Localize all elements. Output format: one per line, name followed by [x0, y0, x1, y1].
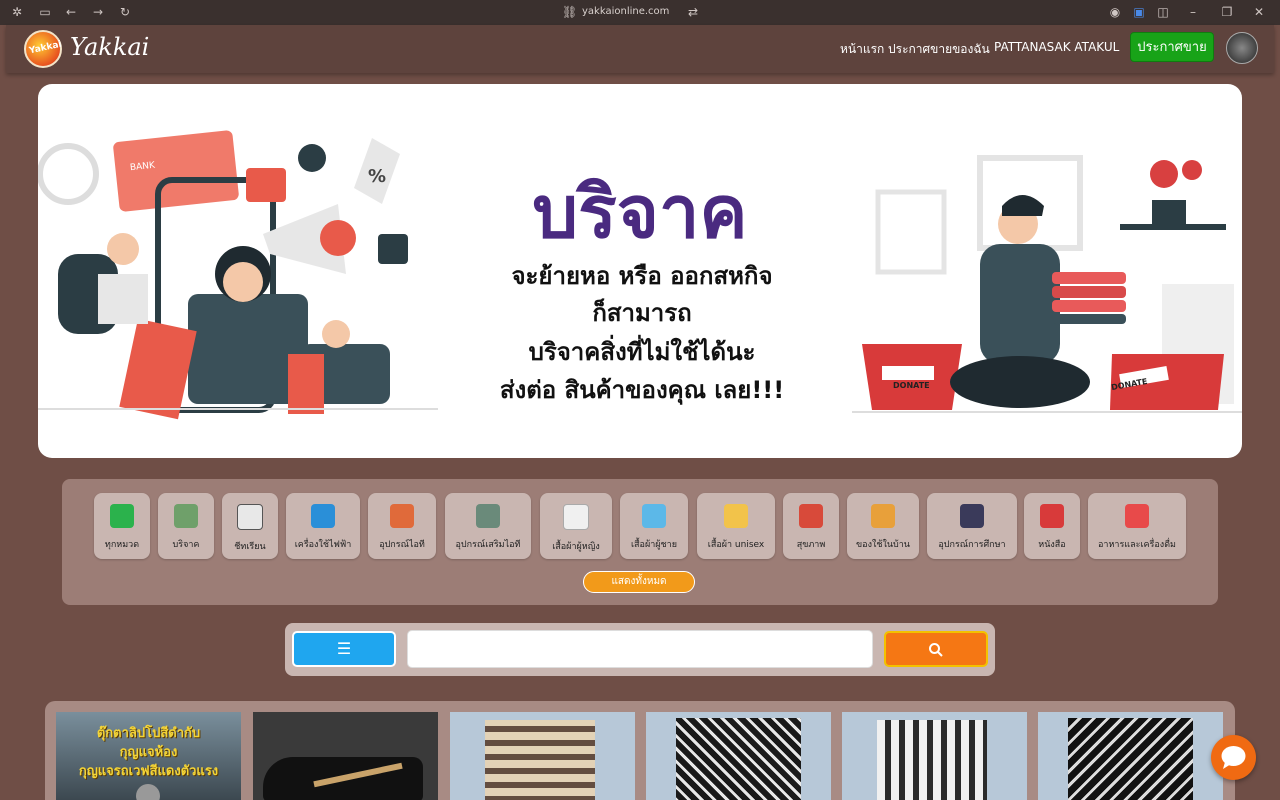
banner-line: บริจาคสิ่งที่ไม่ใช้ได้นะ: [528, 338, 756, 366]
donate-banner[interactable]: บริจาค จะย้ายหอ หรือ ออกสหกิจ ก็สามารถ บ…: [38, 84, 1242, 458]
product-card[interactable]: [1038, 712, 1223, 800]
tshirt-icon: [642, 504, 666, 528]
snack-icon: [1125, 504, 1149, 528]
elephant-pants-photo: [1068, 718, 1193, 800]
search-bar: ☰: [285, 623, 995, 676]
product-card[interactable]: [253, 712, 438, 800]
show-all-button[interactable]: แสดงทั้งหมด: [583, 571, 695, 593]
nav-home[interactable]: หน้าแรก: [840, 40, 884, 59]
product-caption: ตุ๊กตาลิปโปสีดำกับ: [96, 726, 201, 741]
exercise-icon: [799, 504, 823, 528]
chat-button[interactable]: [1211, 735, 1256, 780]
category-label: อาหารและเครื่องดื่ม: [1098, 540, 1176, 550]
extension-icon[interactable]: ◉: [1108, 5, 1122, 19]
banner-tag: DONATE: [893, 381, 930, 390]
usb-icon: [476, 504, 500, 528]
indent-icon: ☰: [336, 639, 352, 658]
category-label: เครื่องใช้ไฟฟ้า: [294, 540, 352, 550]
banner-line: ส่งต่อ สินค้าของคุณ เลย!!!: [499, 376, 785, 404]
category-unisex-clothing[interactable]: เสื้อผ้า unisex: [697, 493, 775, 559]
category-all[interactable]: ทุกหมวด: [94, 493, 150, 559]
dress-icon: [563, 504, 589, 530]
product-caption: กุญแจรถเวฟสีแดงตัวแรง: [78, 764, 219, 779]
forward-icon[interactable]: →: [91, 5, 105, 19]
avatar[interactable]: [1226, 32, 1258, 64]
magnifier-icon: [929, 642, 943, 657]
category-donate[interactable]: บริจาค: [158, 493, 214, 559]
category-panel: ทุกหมวด บริจาค ชีทเรียน เครื่องใช้ไฟฟ้า …: [62, 479, 1218, 605]
category-womens-clothing[interactable]: เสื้อผ้าผู้หญิง: [540, 493, 612, 559]
category-books[interactable]: หนังสือ: [1024, 493, 1080, 559]
keys-photo: [136, 784, 160, 800]
nav-user-name[interactable]: PATTANASAK ATAKUL: [994, 40, 1119, 54]
sidebar-toggle-icon[interactable]: ▭: [38, 5, 52, 19]
product-grid: ตุ๊กตาลิปโปสีดำกับ กุญแจห้อง กุญแจรถเวฟส…: [45, 701, 1235, 800]
brand-logo[interactable]: Yakkai: [24, 30, 63, 68]
post-listing-button[interactable]: ประกาศขาย: [1130, 32, 1214, 62]
category-label: ของใช้ในบ้าน: [856, 540, 910, 550]
banner-line: จะย้ายหอ หรือ ออกสหกิจ: [511, 262, 773, 290]
category-label: เสื้อผ้าผู้ชาย: [630, 540, 677, 550]
book-icon: [1040, 504, 1064, 528]
category-appliances[interactable]: เครื่องใช้ไฟฟ้า: [286, 493, 360, 559]
search-input[interactable]: [407, 630, 873, 668]
product-caption: กุญแจห้อง: [119, 745, 178, 760]
nav-my-listings[interactable]: ประกาศขายของฉัน: [888, 40, 990, 59]
back-icon[interactable]: ←: [64, 5, 78, 19]
product-card[interactable]: [450, 712, 635, 800]
plaid-shorts-photo: [485, 720, 595, 800]
graduation-icon: [960, 504, 984, 528]
category-education[interactable]: อุปกรณ์การศึกษา: [927, 493, 1017, 559]
category-it-accessories[interactable]: อุปกรณ์เสริมไอที: [445, 493, 531, 559]
close-icon[interactable]: ✕: [1252, 5, 1266, 19]
browser-toolbar: ✲ ▭ ← → ↻ ⛓ yakkaionline.com ⇄ ◉ ▣ ◫ – ❐…: [0, 0, 1280, 25]
category-label: ชีทเรียน: [234, 542, 266, 552]
patterned-pants-photo: [676, 718, 801, 800]
chat-bubble-icon: [1221, 746, 1246, 769]
product-card[interactable]: [842, 712, 1027, 800]
category-label: เสื้อผ้า unisex: [707, 540, 765, 550]
extensions-icon[interactable]: ✲: [10, 5, 24, 19]
plaid-shorts-photo: [877, 720, 987, 800]
site-info-icon[interactable]: ⛓: [562, 5, 577, 19]
banner-title: บริจาค: [532, 170, 748, 254]
brand-name[interactable]: Yakkai: [70, 33, 149, 61]
translate-icon[interactable]: ▣: [1132, 5, 1146, 19]
minimize-icon[interactable]: –: [1186, 5, 1200, 19]
category-label: อุปกรณ์เสริมไอที: [455, 540, 521, 550]
category-household[interactable]: ของใช้ในบ้าน: [847, 493, 919, 559]
search-button[interactable]: [884, 631, 988, 667]
appliance-icon: [311, 504, 335, 528]
category-label: ทุกหมวด: [104, 540, 140, 550]
reload-icon[interactable]: ↻: [118, 5, 132, 19]
restore-icon[interactable]: ❐: [1220, 5, 1234, 19]
notebook-icon: [237, 504, 263, 530]
category-label: หนังสือ: [1038, 540, 1066, 550]
category-study-sheets[interactable]: ชีทเรียน: [222, 493, 278, 559]
banner-line: ก็สามารถ: [592, 299, 692, 327]
product-card[interactable]: [646, 712, 831, 800]
category-label: บริจาค: [172, 540, 200, 550]
site-header: Yakkai Yakkai หน้าแรก ประกาศขายของฉัน PA…: [6, 25, 1274, 73]
checkbox-icon: [110, 504, 134, 528]
shirt-icon: [724, 504, 748, 528]
category-health[interactable]: สุขภาพ: [783, 493, 839, 559]
laptop-icon: [390, 504, 414, 528]
category-label: สุขภาพ: [796, 540, 826, 550]
swap-icon[interactable]: ⇄: [686, 5, 700, 19]
home-goods-icon: [871, 504, 895, 528]
filter-button[interactable]: ☰: [292, 631, 396, 667]
category-label: อุปกรณ์การศึกษา: [938, 540, 1006, 550]
category-label: อุปกรณ์ไอที: [379, 540, 425, 550]
donate-box-icon: [174, 504, 198, 528]
banner-tag: %: [368, 166, 387, 187]
address-bar[interactable]: yakkaionline.com: [582, 6, 669, 17]
product-card[interactable]: ตุ๊กตาลิปโปสีดำกับ กุญแจห้อง กุญแจรถเวฟส…: [56, 712, 241, 800]
category-mens-clothing[interactable]: เสื้อผ้าผู้ชาย: [620, 493, 688, 559]
category-label: เสื้อผ้าผู้หญิง: [552, 542, 600, 552]
category-it-equipment[interactable]: อุปกรณ์ไอที: [368, 493, 436, 559]
logo-text: Yakkai: [28, 39, 63, 57]
category-food-drinks[interactable]: อาหารและเครื่องดื่ม: [1088, 493, 1186, 559]
split-view-icon[interactable]: ◫: [1156, 5, 1170, 19]
